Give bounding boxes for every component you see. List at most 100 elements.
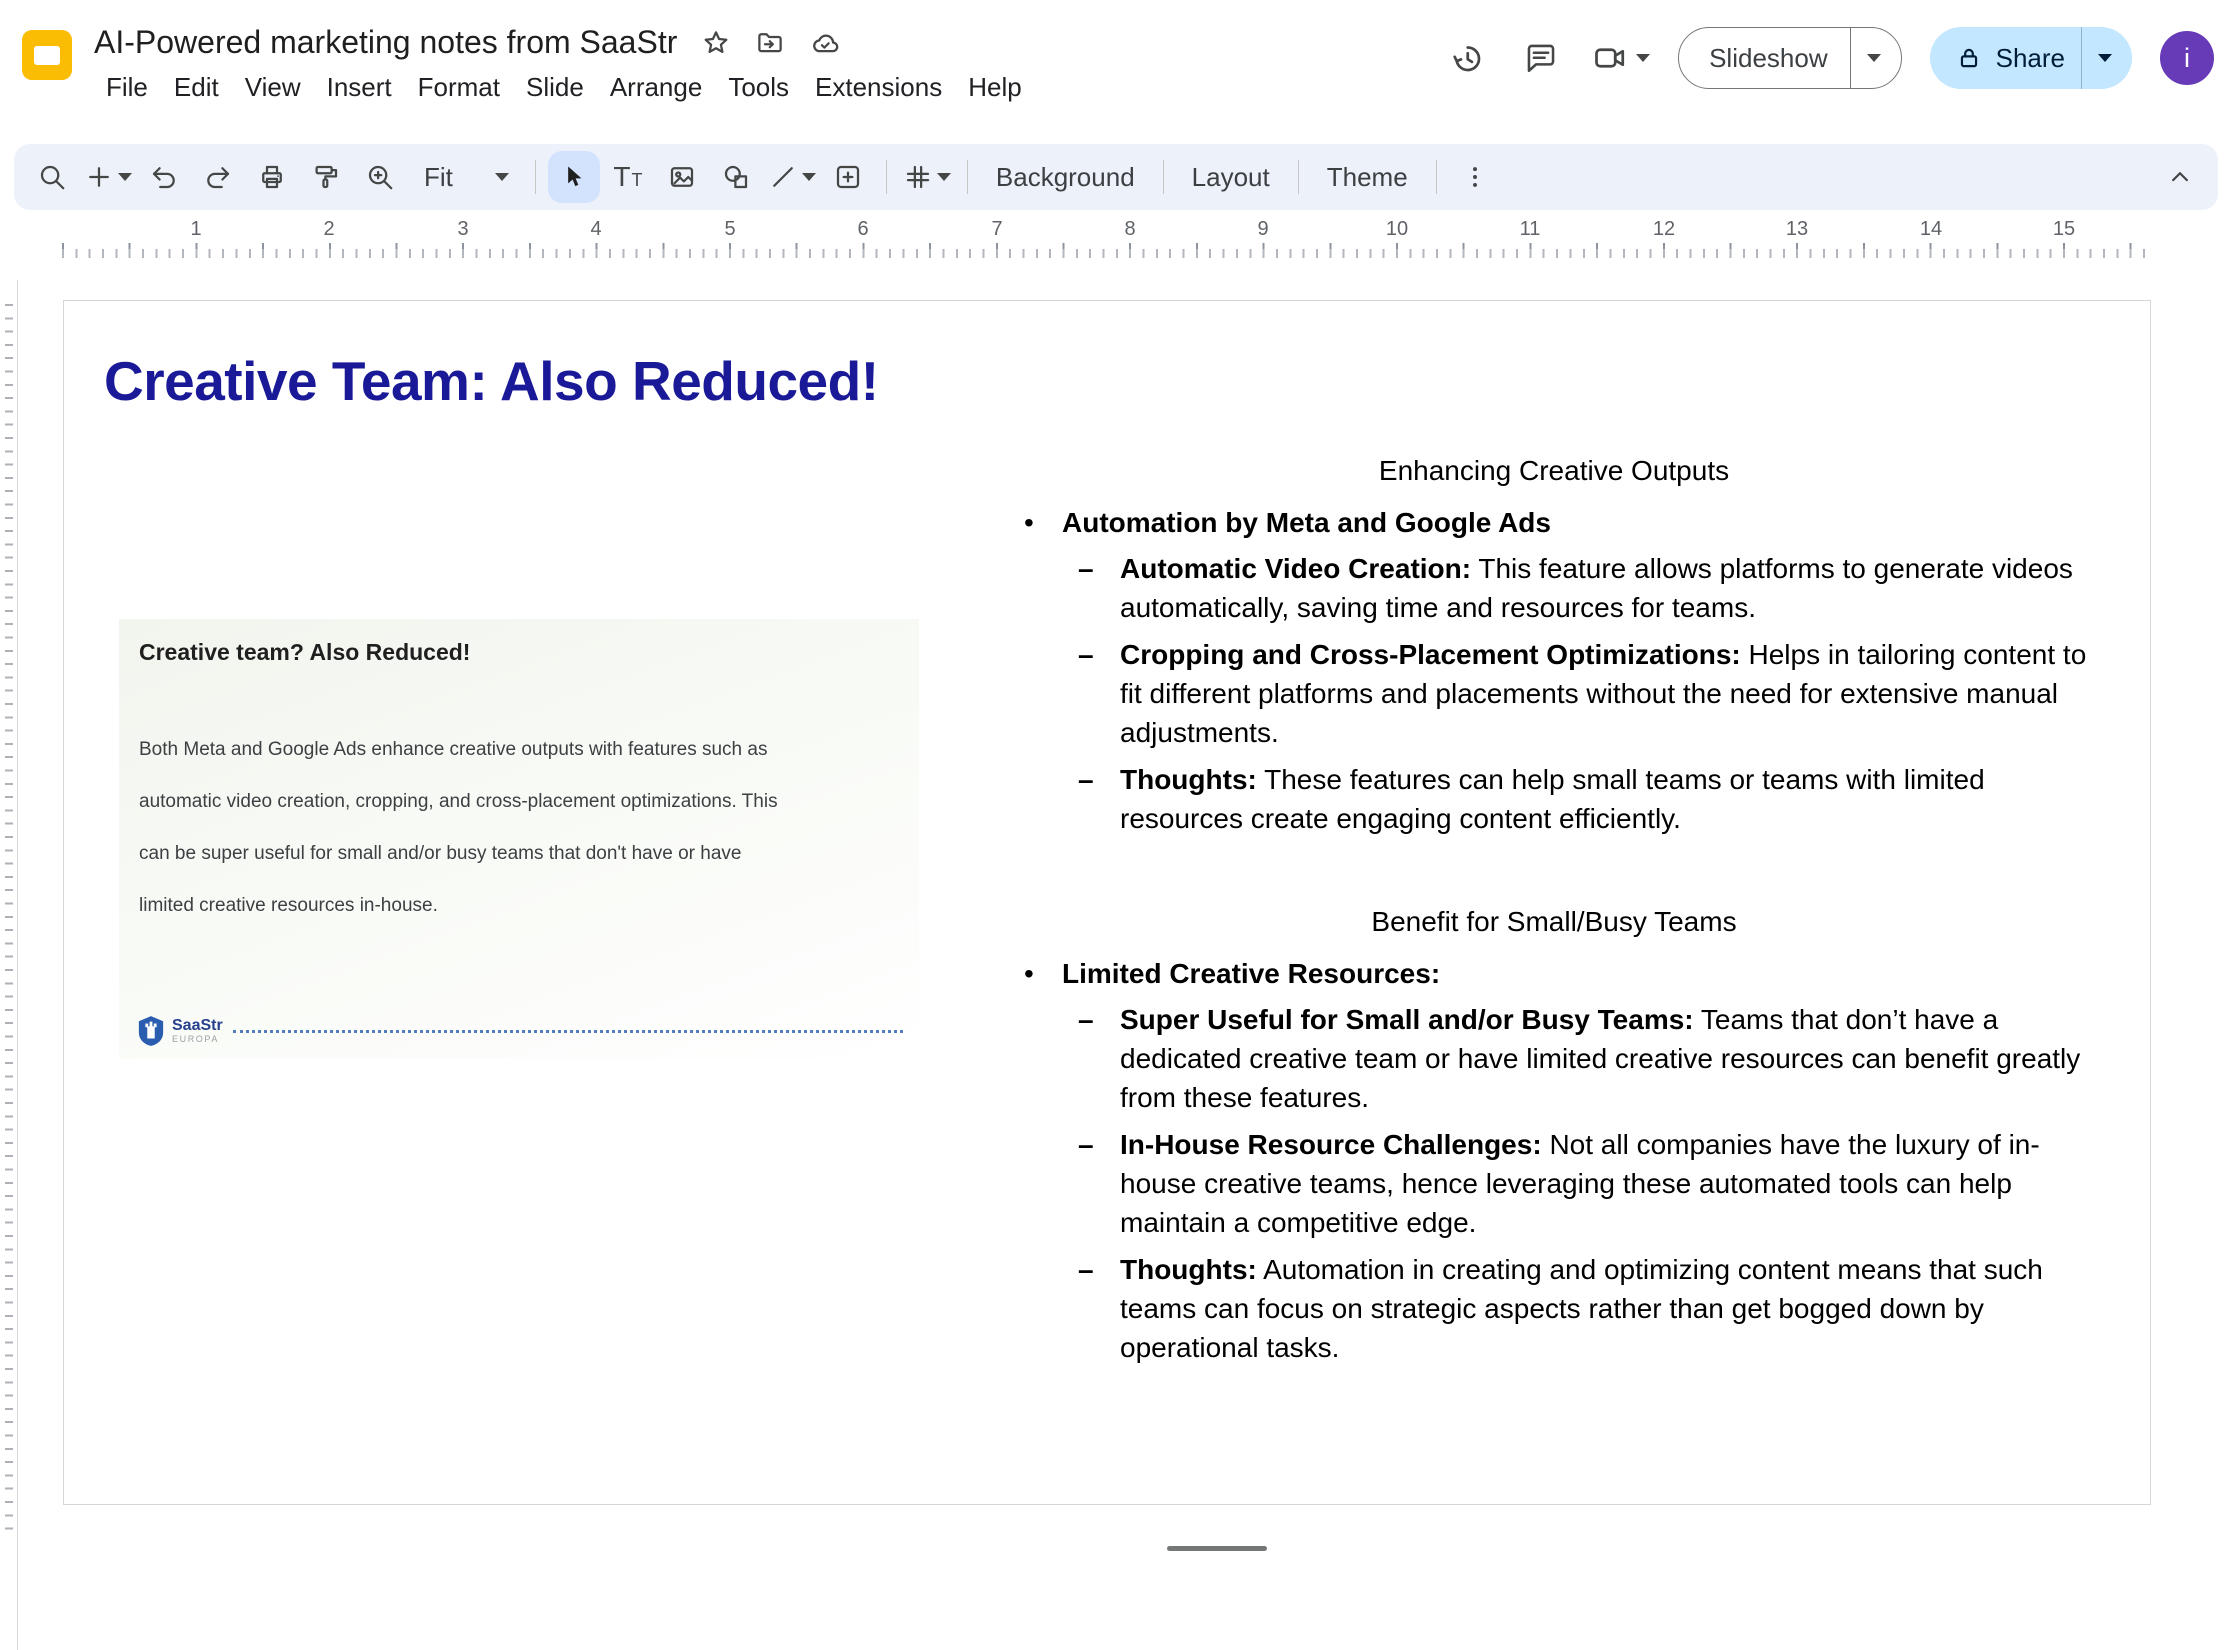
slides-app-icon[interactable] bbox=[22, 30, 72, 80]
toolbar-divider bbox=[967, 160, 968, 194]
sub-bullet-item: In-House Resource Challenges: Not all co… bbox=[1004, 1125, 2104, 1242]
zoom-in-icon bbox=[365, 162, 395, 192]
text-box-icon bbox=[613, 161, 642, 193]
menu-arrange[interactable]: Arrange bbox=[598, 69, 715, 106]
sub-bullet-label: Thoughts: bbox=[1120, 1254, 1257, 1285]
cloud-saved-icon[interactable] bbox=[809, 28, 841, 58]
slide-canvas[interactable]: Creative Team: Also Reduced! Creative te… bbox=[63, 300, 2151, 1505]
notes-text-box[interactable]: Enhancing Creative Outputs Automation by… bbox=[1004, 451, 2144, 1375]
menu-bar: File Edit View Insert Format Slide Arran… bbox=[94, 69, 1034, 106]
ruler-number: 8 bbox=[1119, 218, 1140, 241]
toolbar-divider bbox=[886, 160, 887, 194]
star-icon[interactable] bbox=[701, 28, 731, 58]
menu-tools[interactable]: Tools bbox=[716, 69, 801, 106]
insert-image-button[interactable] bbox=[656, 151, 708, 203]
grid-dropdown-icon[interactable] bbox=[937, 173, 951, 181]
sub-bullet-item: Thoughts: These features can help small … bbox=[1004, 760, 2104, 838]
text-box-button[interactable] bbox=[602, 151, 654, 203]
sub-bullet-item: Super Useful for Small and/or Busy Teams… bbox=[1004, 1000, 2104, 1117]
share-label: Share bbox=[1996, 43, 2065, 74]
menu-edit[interactable]: Edit bbox=[162, 69, 231, 106]
menu-format[interactable]: Format bbox=[406, 69, 512, 106]
vertical-ruler[interactable] bbox=[0, 280, 18, 1650]
slideshow-label: Slideshow bbox=[1679, 43, 1850, 74]
zoom-dropdown-icon bbox=[495, 173, 509, 181]
comments-button[interactable] bbox=[1518, 35, 1564, 81]
slides-glyph bbox=[34, 46, 60, 65]
insert-line-button[interactable] bbox=[764, 151, 820, 203]
image-icon bbox=[667, 162, 697, 192]
camera-dropdown-icon[interactable] bbox=[1636, 54, 1650, 62]
undo-button[interactable] bbox=[138, 151, 190, 203]
redo-icon bbox=[203, 162, 233, 192]
document-title[interactable]: AI-Powered marketing notes from SaaStr bbox=[94, 24, 677, 61]
menu-help[interactable]: Help bbox=[956, 69, 1033, 106]
section-heading: Enhancing Creative Outputs bbox=[1004, 451, 2104, 490]
share-dropdown[interactable] bbox=[2082, 54, 2132, 62]
print-button[interactable] bbox=[246, 151, 298, 203]
zoom-level-dropdown[interactable]: Fit bbox=[408, 151, 523, 203]
toolbar-divider bbox=[1163, 160, 1164, 194]
header-left: AI-Powered marketing notes from SaaStr F… bbox=[22, 0, 1034, 142]
slideshow-button[interactable]: Slideshow bbox=[1678, 27, 1902, 89]
sub-bullet-item: Automatic Video Creation: This feature a… bbox=[1004, 549, 2104, 627]
menu-slide[interactable]: Slide bbox=[514, 69, 596, 106]
slideshow-dropdown[interactable] bbox=[1851, 54, 1901, 62]
ruler-number: 11 bbox=[1515, 218, 1546, 241]
horizontal-ruler[interactable]: 1 2 3 4 5 6 7 8 9 10 11 12 13 14 15 bbox=[0, 214, 2232, 266]
canvas-area: Creative Team: Also Reduced! Creative te… bbox=[0, 266, 2232, 1650]
line-icon bbox=[768, 162, 798, 192]
share-button[interactable]: Share bbox=[1930, 27, 2132, 89]
join-call-button[interactable] bbox=[1592, 40, 1650, 76]
embedded-body-line: limited creative resources in-house. bbox=[139, 895, 905, 917]
move-to-folder-icon[interactable] bbox=[755, 28, 785, 58]
avatar-initial: i bbox=[2184, 43, 2190, 74]
menu-insert[interactable]: Insert bbox=[315, 69, 404, 106]
ruler-number: 3 bbox=[452, 218, 473, 241]
header-right: Slideshow Share i bbox=[1444, 0, 2214, 100]
three-dots-icon bbox=[1461, 163, 1489, 191]
menu-file[interactable]: File bbox=[94, 69, 160, 106]
hide-menus-button[interactable] bbox=[2154, 151, 2206, 203]
paint-format-button[interactable] bbox=[300, 151, 352, 203]
new-slide-dropdown-icon[interactable] bbox=[118, 173, 132, 181]
ruler-number: 5 bbox=[719, 218, 740, 241]
shape-icon bbox=[721, 162, 751, 192]
sub-bullet-label: Automatic Video Creation: bbox=[1120, 553, 1471, 584]
ruler-number: 14 bbox=[1915, 218, 1947, 241]
menu-view[interactable]: View bbox=[233, 69, 313, 106]
embedded-body-line: can be super useful for small and/or bus… bbox=[139, 843, 905, 865]
speaker-notes-handle[interactable] bbox=[1167, 1546, 1267, 1551]
new-slide-button[interactable] bbox=[80, 151, 136, 203]
version-history-button[interactable] bbox=[1444, 35, 1490, 81]
ruler-number: 10 bbox=[1381, 218, 1413, 241]
zoom-button[interactable] bbox=[354, 151, 406, 203]
ruler-number: 4 bbox=[585, 218, 606, 241]
ruler-number: 7 bbox=[986, 218, 1007, 241]
select-tool-button[interactable] bbox=[548, 151, 600, 203]
layout-button[interactable]: Layout bbox=[1176, 151, 1286, 203]
background-button[interactable]: Background bbox=[980, 151, 1151, 203]
more-options-button[interactable] bbox=[1449, 151, 1501, 203]
insert-shape-button[interactable] bbox=[710, 151, 762, 203]
theme-button[interactable]: Theme bbox=[1311, 151, 1424, 203]
sub-bullet-label: In-House Resource Challenges: bbox=[1120, 1129, 1542, 1160]
line-dropdown-icon[interactable] bbox=[802, 173, 816, 181]
user-avatar[interactable]: i bbox=[2160, 31, 2214, 85]
comment-icon bbox=[1524, 41, 1558, 75]
insert-comment-button[interactable] bbox=[822, 151, 874, 203]
embedded-slide-image[interactable]: Creative team? Also Reduced! Both Meta a… bbox=[119, 619, 919, 1059]
toolbar-divider bbox=[1436, 160, 1437, 194]
ruler-number: 1 bbox=[185, 218, 206, 241]
table-grid-button[interactable] bbox=[899, 151, 955, 203]
search-icon bbox=[37, 162, 67, 192]
slide-title[interactable]: Creative Team: Also Reduced! bbox=[104, 349, 879, 413]
embedded-image-heading: Creative team? Also Reduced! bbox=[139, 639, 470, 666]
menu-extensions[interactable]: Extensions bbox=[803, 69, 954, 106]
insert-comment-icon bbox=[833, 162, 863, 192]
embedded-image-body: Both Meta and Google Ads enhance creativ… bbox=[139, 739, 905, 947]
redo-button[interactable] bbox=[192, 151, 244, 203]
app-header: AI-Powered marketing notes from SaaStr F… bbox=[0, 0, 2232, 142]
search-menus-button[interactable] bbox=[26, 151, 78, 203]
bullet-item: Limited Creative Resources: bbox=[1004, 954, 2104, 993]
